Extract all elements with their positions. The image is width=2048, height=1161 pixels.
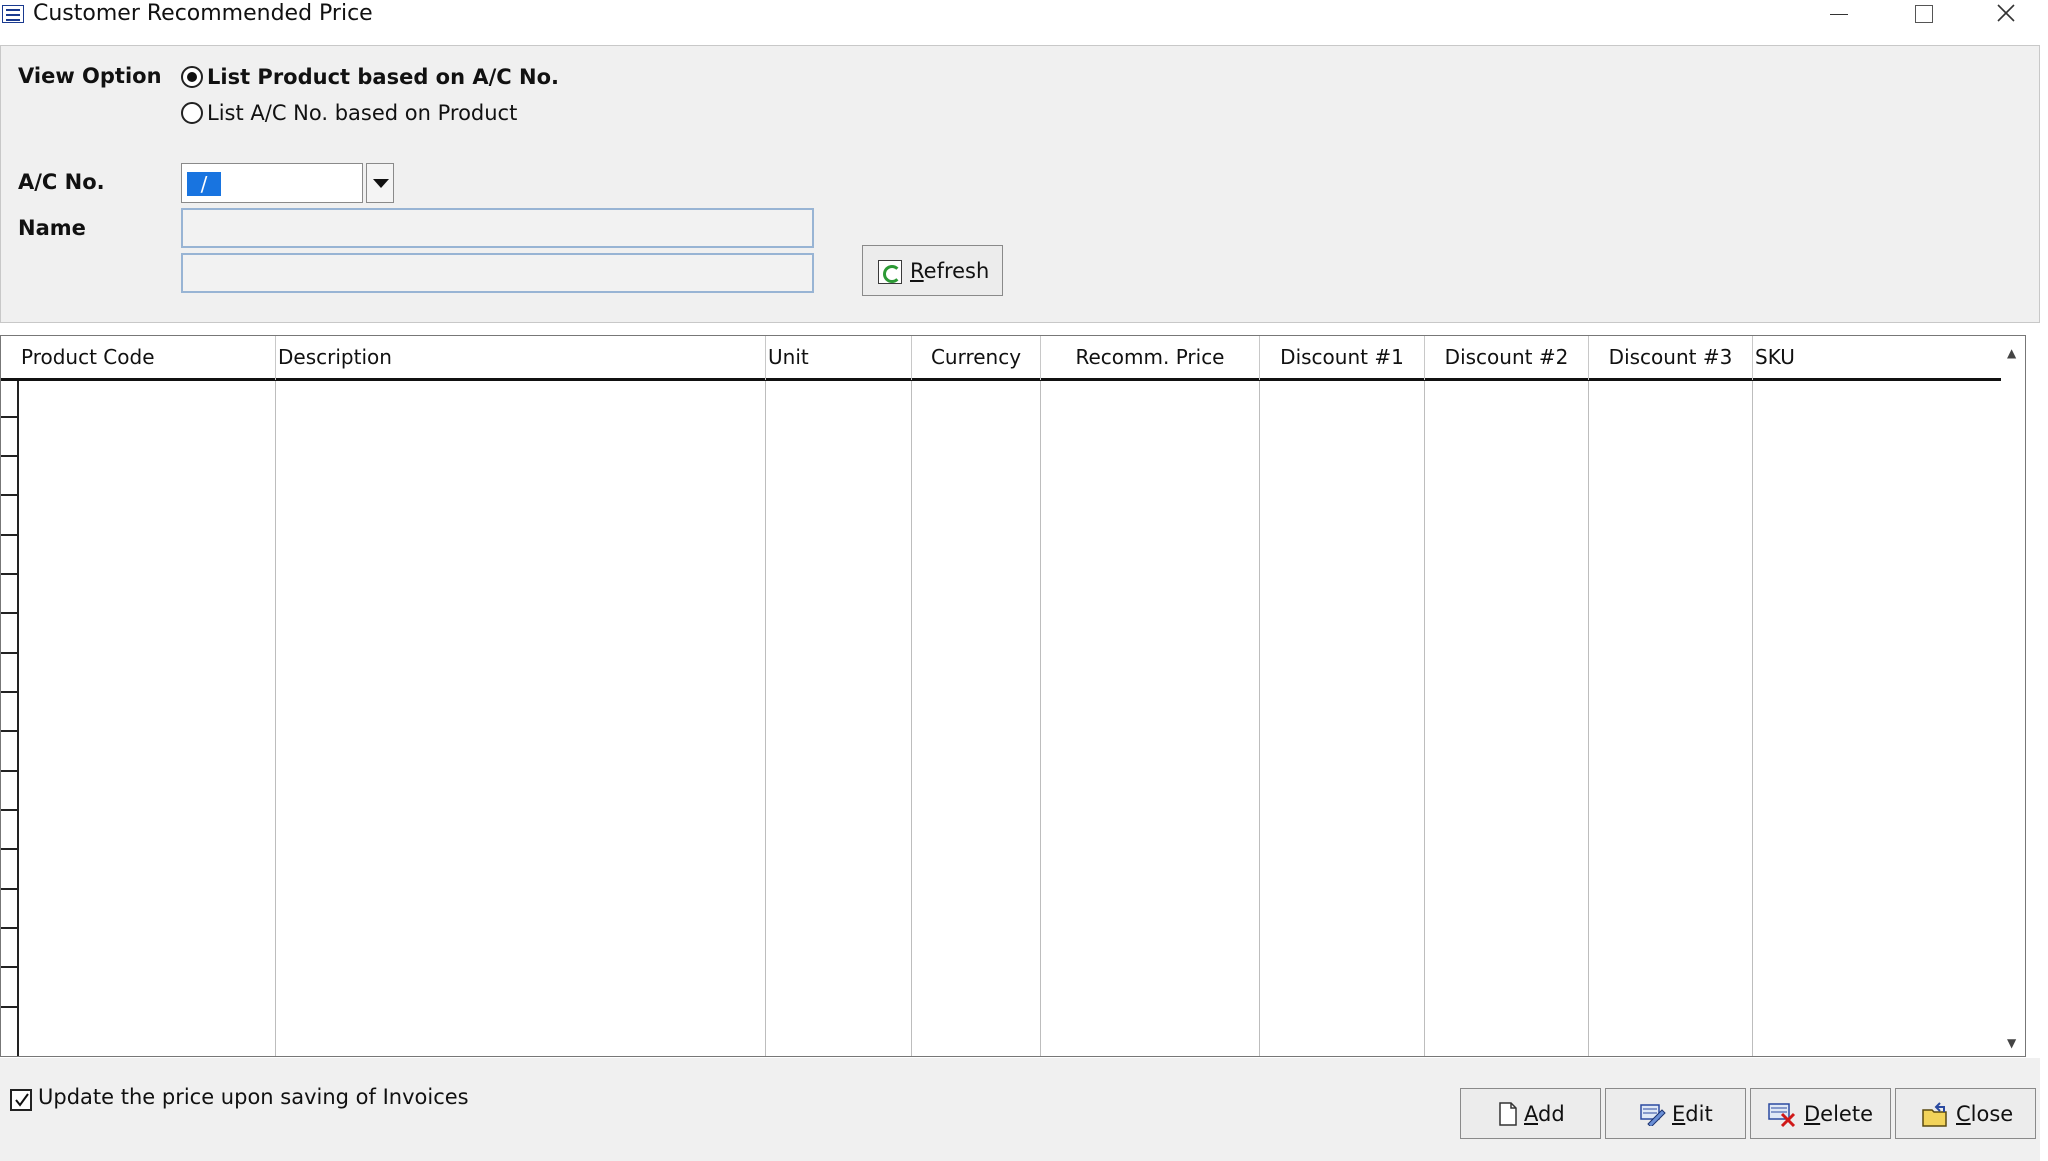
column-divider — [1752, 381, 1753, 1056]
checkmark-icon — [15, 1093, 29, 1107]
maximize-button[interactable] — [1881, 0, 1965, 30]
column-header-discount-3[interactable]: Discount #3 — [1588, 336, 1752, 380]
update-price-checkbox[interactable] — [10, 1089, 32, 1111]
chevron-down-icon[interactable] — [366, 163, 394, 203]
column-header-description[interactable]: Description — [275, 336, 765, 380]
column-divider — [1040, 381, 1041, 1056]
radio-button-unchecked[interactable] — [181, 102, 203, 124]
column-header-recomm-price[interactable]: Recomm. Price — [1040, 336, 1259, 380]
column-divider — [911, 381, 912, 1056]
account-no-combo[interactable]: / — [181, 163, 363, 203]
refresh-label: Refresh — [910, 259, 990, 283]
column-header-currency[interactable]: Currency — [911, 336, 1040, 380]
delete-button[interactable]: Delete — [1750, 1088, 1891, 1139]
close-button[interactable]: Close — [1895, 1088, 2036, 1139]
delete-icon — [1768, 1103, 1796, 1128]
name-field-line1 — [181, 208, 814, 248]
add-button[interactable]: Add — [1460, 1088, 1601, 1139]
column-divider — [1424, 381, 1425, 1056]
column-divider — [765, 381, 766, 1056]
grid-scrollbar[interactable]: ▲ ▼ — [2001, 336, 2025, 1056]
scroll-up-icon[interactable]: ▲ — [2007, 346, 2017, 360]
radio-label: List Product based on A/C No. — [207, 65, 559, 89]
table-app-icon — [2, 5, 24, 23]
column-header-product-code[interactable]: Product Code — [19, 336, 275, 380]
window-title: Customer Recommended Price — [33, 1, 373, 26]
refresh-icon — [878, 260, 902, 284]
new-document-icon — [1499, 1102, 1517, 1126]
edit-label: Edit — [1672, 1102, 1713, 1126]
price-grid[interactable]: Product Code Description Unit Currency R… — [0, 335, 2026, 1057]
radio-button-checked[interactable] — [181, 66, 203, 88]
account-no-value[interactable]: / — [187, 172, 221, 196]
column-header-sku[interactable]: SKU — [1752, 336, 2002, 380]
scroll-down-icon[interactable]: ▼ — [2007, 1036, 2017, 1050]
account-no-label: A/C No. — [18, 170, 105, 194]
close-window-button[interactable] — [1964, 0, 2048, 30]
update-price-label: Update the price upon saving of Invoices — [38, 1085, 469, 1109]
column-divider — [1588, 381, 1589, 1056]
column-header-unit[interactable]: Unit — [765, 336, 911, 380]
view-option-label: View Option — [18, 64, 162, 88]
radio-list-account-by-product[interactable]: List A/C No. based on Product — [181, 99, 517, 127]
close-icon — [1997, 4, 2015, 22]
delete-label: Delete — [1804, 1102, 1873, 1126]
close-label: Close — [1956, 1102, 2014, 1126]
column-header-discount-2[interactable]: Discount #2 — [1424, 336, 1588, 380]
name-field-line2 — [181, 253, 814, 293]
row-indicator-column — [1, 381, 19, 1056]
grid-header: Product Code Description Unit Currency R… — [1, 336, 2025, 381]
column-divider — [275, 381, 276, 1056]
folder-close-icon — [1922, 1102, 1947, 1127]
edit-icon — [1640, 1104, 1666, 1126]
title-bar: Customer Recommended Price — [0, 0, 2048, 34]
radio-list-product-by-account[interactable]: List Product based on A/C No. — [181, 63, 559, 91]
radio-label: List A/C No. based on Product — [207, 101, 518, 125]
add-label: Add — [1524, 1102, 1565, 1126]
refresh-button[interactable]: Refresh — [862, 245, 1003, 296]
column-divider — [1259, 381, 1260, 1056]
column-header-discount-1[interactable]: Discount #1 — [1259, 336, 1424, 380]
minimize-button[interactable] — [1797, 0, 1881, 30]
edit-button[interactable]: Edit — [1605, 1088, 1746, 1139]
name-label: Name — [18, 216, 86, 240]
